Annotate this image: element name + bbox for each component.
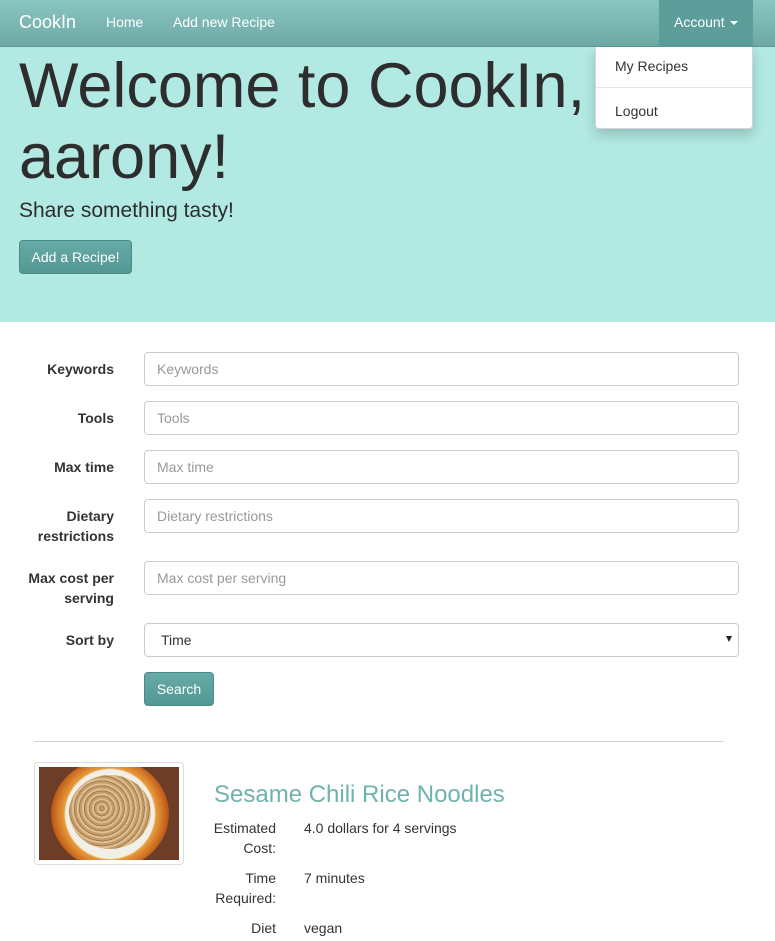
keywords-label: Keywords xyxy=(47,361,114,377)
menu-divider xyxy=(596,87,752,88)
welcome-heading: Welcome to CookIn, aarony! xyxy=(19,51,586,192)
account-dropdown-menu: My Recipes Logout xyxy=(595,47,753,129)
max-time-label: Max time xyxy=(54,459,114,475)
diet-label: Diet xyxy=(251,920,276,936)
brand-logo[interactable]: CookIn xyxy=(19,12,76,33)
divider xyxy=(34,741,724,742)
search-button[interactable]: Search xyxy=(144,672,214,706)
recipe-title-link[interactable]: Sesame Chili Rice Noodles xyxy=(214,781,505,809)
caret-down-icon xyxy=(729,21,738,26)
diet-value: vegan xyxy=(304,920,343,936)
account-label: Account xyxy=(674,14,725,30)
menu-item-my-recipes[interactable]: My Recipes xyxy=(615,58,688,74)
nav-home-link[interactable]: Home xyxy=(106,14,143,30)
account-dropdown-toggle[interactable]: Account xyxy=(659,0,753,47)
tools-label: Tools xyxy=(77,410,114,426)
sort-by-select[interactable]: Time xyxy=(144,623,739,657)
welcome-subtitle: Share something tasty! xyxy=(19,199,234,222)
sort-by-label: Sort by xyxy=(65,632,114,648)
max-time-input[interactable]: Max time xyxy=(144,450,739,484)
estimated-cost-label: Estimated Cost: xyxy=(213,820,276,856)
noodles xyxy=(69,775,151,849)
noodle-plate-image xyxy=(39,767,179,860)
recipe-thumbnail[interactable] xyxy=(34,762,184,865)
nav-add-recipe-link[interactable]: Add new Recipe xyxy=(173,14,275,30)
top-navbar: CookIn Home Add new Recipe Account xyxy=(0,0,775,47)
add-recipe-button[interactable]: Add a Recipe! xyxy=(19,240,132,274)
tools-input[interactable]: Tools xyxy=(144,401,739,435)
max-cost-input[interactable]: Max cost per serving xyxy=(144,561,739,595)
time-required-value: 7 minutes xyxy=(304,870,365,886)
select-arrow-icon xyxy=(726,636,732,642)
keywords-input[interactable]: Keywords xyxy=(144,352,739,386)
sort-by-value: Time xyxy=(161,632,192,648)
max-cost-label: Max cost per serving xyxy=(28,570,114,606)
estimated-cost-value: 4.0 dollars for 4 servings xyxy=(304,820,457,836)
menu-item-logout[interactable]: Logout xyxy=(615,103,658,119)
dietary-restrictions-input[interactable]: Dietary restrictions xyxy=(144,499,739,533)
time-required-label: Time Required: xyxy=(215,870,276,906)
dietary-restrictions-label: Dietary restrictions xyxy=(37,508,114,544)
